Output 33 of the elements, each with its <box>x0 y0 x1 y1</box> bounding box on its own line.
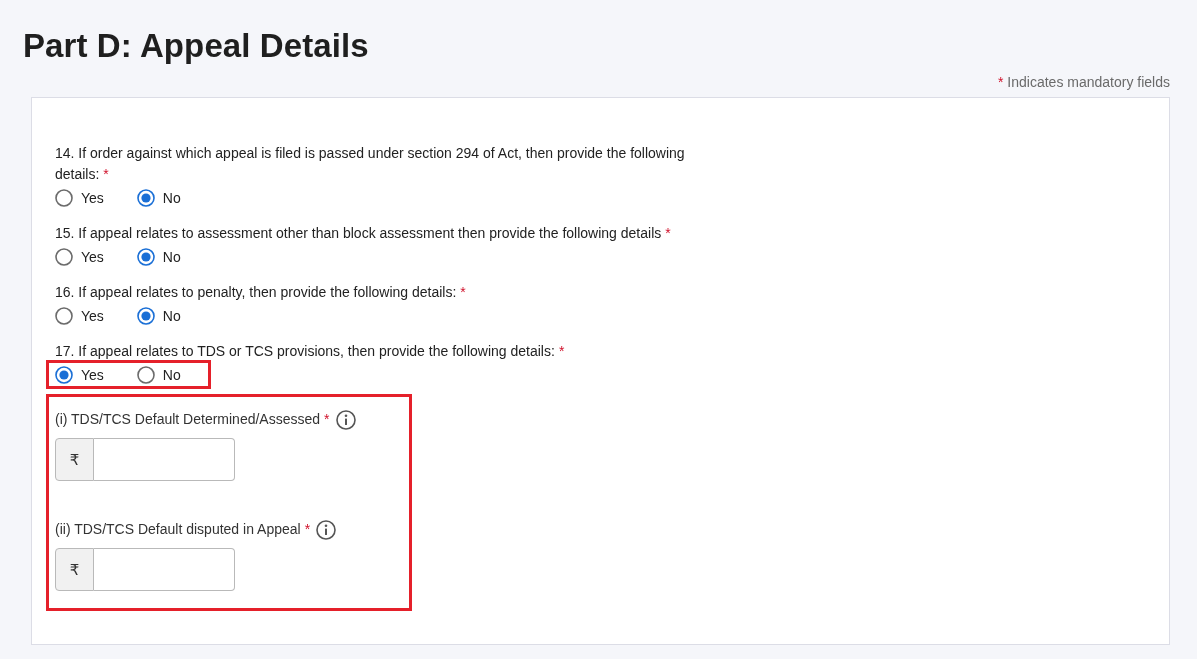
question-text: 17. If appeal relates to TDS or TCS provisions, then provide the following details: * <box>55 342 565 361</box>
radio-button[interactable] <box>136 247 155 266</box>
radio-label[interactable]: No <box>162 306 181 325</box>
radio-label[interactable]: No <box>162 188 181 207</box>
radio-button[interactable] <box>55 306 73 325</box>
question-text: 14. If order against which appeal is filed is passed under section 294 of Act, then provide the following details: * <box>55 144 686 184</box>
currency-prefix: ₹ <box>55 438 94 481</box>
field-label: (i) TDS/TCS Default Determined/Assessed <box>55 410 321 429</box>
radio-label[interactable]: Yes <box>81 247 104 266</box>
page-title: Part D: Appeal Details <box>23 26 369 66</box>
field-label: (ii) TDS/TCS Default disputed in Appeal <box>55 520 301 539</box>
radio-button[interactable] <box>136 365 155 384</box>
radio-button[interactable] <box>55 188 73 207</box>
radio-button[interactable] <box>136 306 155 325</box>
radio-label[interactable]: Yes <box>81 188 104 207</box>
info-icon[interactable] <box>335 409 356 430</box>
mandatory-note: Indicates mandatory fields <box>1007 74 1170 90</box>
question-text: 16. If appeal relates to penalty, then provide the following details: * <box>55 283 466 302</box>
radio-label[interactable]: Yes <box>81 306 104 325</box>
amount-input[interactable] <box>94 438 235 481</box>
radio-label[interactable]: No <box>162 365 181 384</box>
radio-button[interactable] <box>136 188 155 207</box>
required-marker: * <box>304 520 311 539</box>
currency-prefix: ₹ <box>55 548 94 591</box>
radio-button[interactable] <box>55 247 73 266</box>
amount-input[interactable] <box>94 548 235 591</box>
required-marker: * <box>324 410 330 429</box>
info-icon[interactable] <box>316 519 337 540</box>
radio-label[interactable]: Yes <box>81 365 104 384</box>
required-marker: * <box>997 74 1004 90</box>
question-text: 15. If appeal relates to assessment other than block assessment then provide the following details * <box>55 224 671 243</box>
radio-button[interactable] <box>55 365 73 384</box>
radio-label[interactable]: No <box>162 247 181 266</box>
